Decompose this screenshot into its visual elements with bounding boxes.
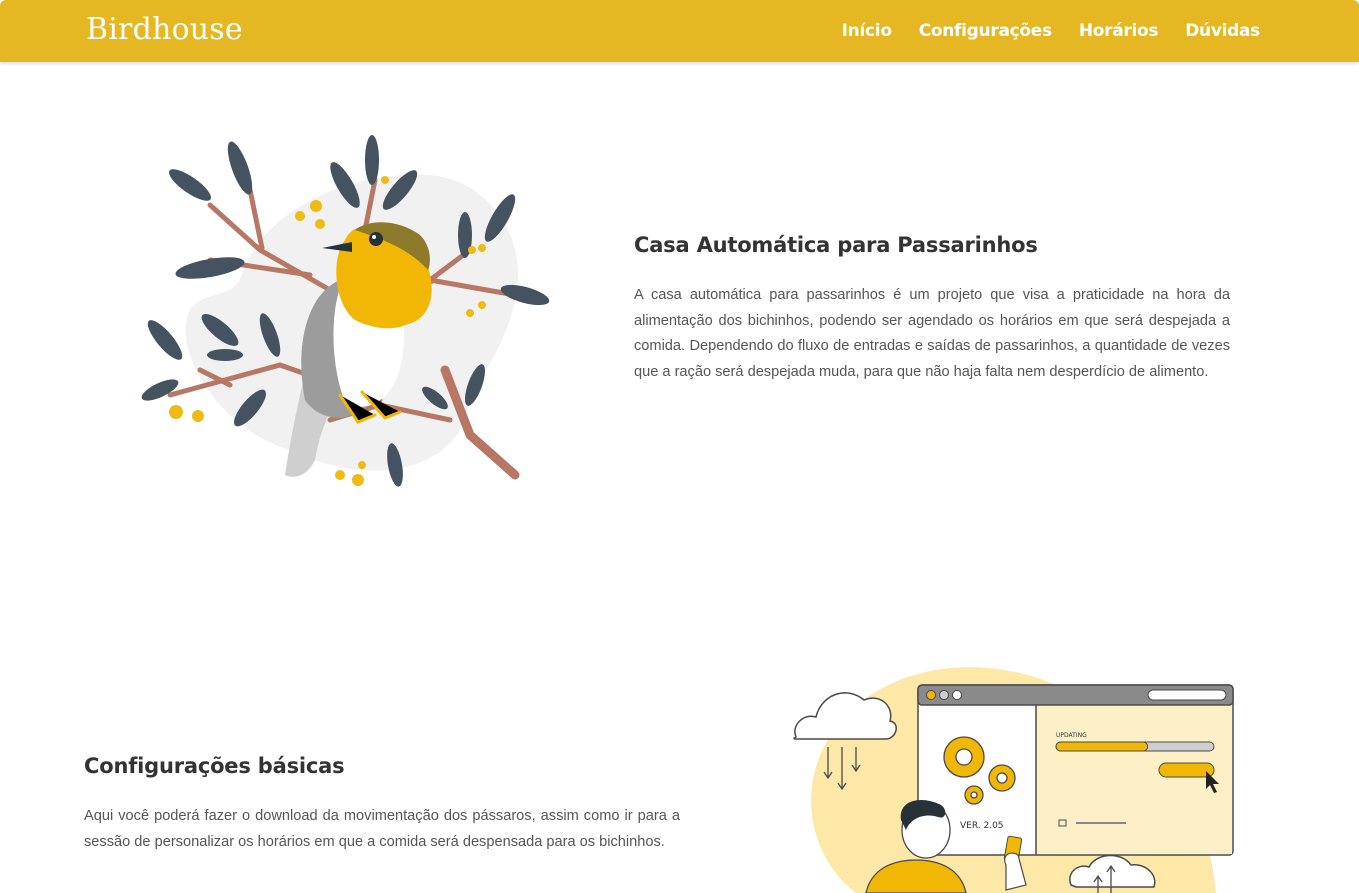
main-nav: Início Configurações Horários Dúvidas <box>842 21 1261 41</box>
updating-label: UPDATING <box>1056 732 1087 739</box>
software-update-illustration: UPDATING VER. 2.05 <box>793 667 1234 893</box>
hero-description: A casa automática para passarinhos é um … <box>634 287 1230 380</box>
hero-section: Casa Automática para Passarinhos A casa … <box>634 233 1230 385</box>
update-progress-fill <box>1055 741 1149 752</box>
config-section: Configurações básicas Aqui você poderá f… <box>84 754 680 855</box>
bird-on-branch-illustration <box>141 135 550 487</box>
hero-title: Casa Automática para Passarinhos <box>634 233 1038 257</box>
nav-item-configuracoes[interactable]: Configurações <box>919 21 1052 41</box>
version-label: VER. 2.05 <box>960 821 1004 831</box>
brand-logo[interactable]: Birdhouse <box>86 12 243 47</box>
config-description: Aqui você poderá fazer o download da mov… <box>84 808 680 850</box>
config-title: Configurações básicas <box>84 754 345 778</box>
top-navbar: Birdhouse Início Configurações Horários … <box>0 0 1359 62</box>
nav-item-inicio[interactable]: Início <box>842 21 892 41</box>
cloud-icon <box>793 692 897 740</box>
nav-item-duvidas[interactable]: Dúvidas <box>1185 21 1260 41</box>
nav-item-horarios[interactable]: Horários <box>1079 21 1159 41</box>
